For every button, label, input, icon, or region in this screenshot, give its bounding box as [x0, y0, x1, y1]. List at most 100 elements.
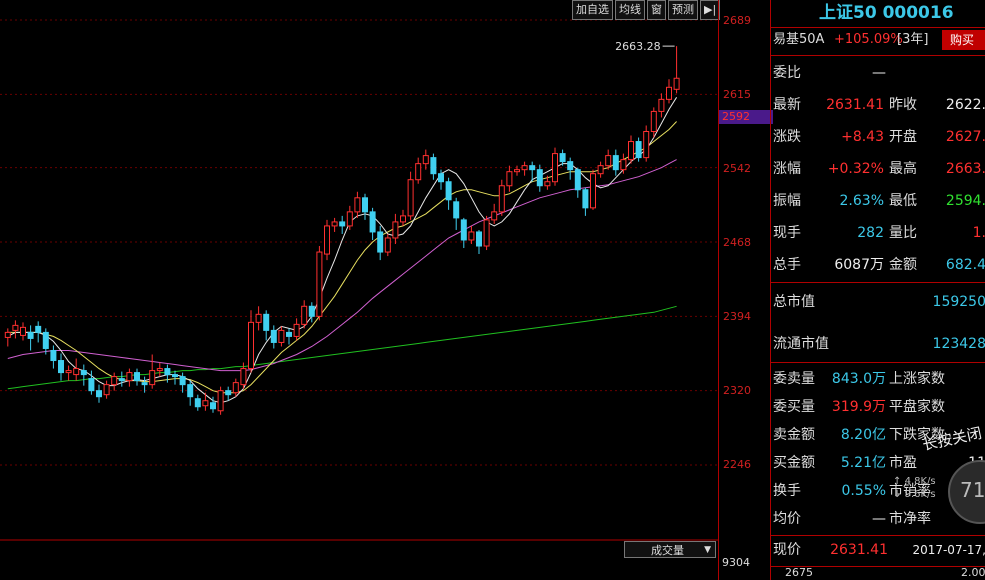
candle — [574, 167, 581, 198]
add-favorite-button[interactable]: 加自选 — [572, 0, 613, 20]
quote-row: 最新 2631.41 昨收 2622. — [771, 90, 985, 120]
now-date: 2017-07-17, — [912, 543, 985, 557]
candle — [286, 328, 292, 345]
order-value: 843.0万 — [831, 371, 886, 387]
candle — [506, 165, 513, 192]
current-price-marker: 2592 — [719, 110, 773, 124]
now-price-value: 2631.41 — [830, 542, 888, 558]
candle — [134, 368, 140, 386]
order-value: 8.20亿 — [840, 427, 886, 443]
volume-selector-label: 成交量 — [651, 544, 684, 557]
ma-line-button[interactable]: 均线 — [615, 0, 645, 20]
candle — [453, 197, 460, 230]
speed-ball-value: 71 — [960, 478, 985, 502]
arrow-down-icon: ↓ — [893, 489, 902, 500]
fund-change: +105.09% — [834, 32, 903, 47]
candle — [392, 213, 399, 245]
candle — [35, 321, 42, 343]
candle — [673, 46, 680, 94]
quote-label: 最低 — [889, 193, 917, 209]
market-value: 123428 — [932, 336, 985, 352]
axis-label: 2394 — [723, 310, 751, 323]
quote-value: — — [872, 65, 886, 81]
quote-row: 总手 6087万 金额 682.4 — [771, 250, 985, 280]
quote-value: +0.32% — [827, 161, 884, 177]
axis-label: 2320 — [723, 384, 751, 397]
order-value: 319.9万 — [831, 399, 886, 415]
quote-row: 涨跌 +8.43 开盘 2627. — [771, 122, 985, 152]
axis-label: 2246 — [723, 458, 751, 471]
axis-label: 2542 — [723, 162, 751, 175]
order-row: 委卖量 843.0万 上涨家数 — [771, 364, 985, 394]
candle — [20, 322, 26, 341]
candles — [4, 46, 680, 415]
window-button[interactable]: 窗 — [647, 0, 666, 20]
candle — [187, 380, 194, 406]
volume-selector[interactable]: 成交量 ▼ — [624, 541, 716, 558]
quote-label: 量比 — [889, 225, 917, 241]
candle — [263, 310, 270, 341]
candle — [73, 358, 80, 381]
candle — [369, 207, 376, 240]
order-value: 5.21亿 — [840, 455, 886, 471]
order-label: 市净率 — [889, 511, 931, 527]
quote-row: 现手 282 量比 1. — [771, 218, 985, 248]
upload-speed: ↑ 4.8K/s — [893, 476, 936, 487]
candle — [339, 215, 346, 234]
candle — [156, 362, 163, 377]
candle — [65, 365, 72, 381]
candle — [103, 380, 110, 399]
chart-toolbar: 加自选 均线 窗 预测 ▶| — [572, 0, 722, 20]
peak-label: 2663.28 — [615, 40, 661, 53]
candle — [50, 345, 57, 369]
market-label: 总市值 — [773, 294, 815, 310]
candle — [476, 229, 482, 255]
candle — [643, 125, 650, 162]
candle — [118, 371, 125, 387]
now-price-row: 现价 2631.41 2017-07-17, — [771, 535, 985, 565]
quote-value: 2627. — [945, 129, 985, 145]
order-label: 卖金额 — [773, 427, 815, 443]
candle — [248, 310, 254, 373]
candle — [58, 353, 64, 381]
candle — [255, 306, 262, 331]
order-label: 换手 — [773, 483, 801, 499]
index-title: 上证50 000016 — [819, 3, 954, 23]
candle — [149, 354, 156, 389]
order-label: 委卖量 — [773, 371, 815, 387]
candle — [384, 233, 391, 257]
quote-row: 涨幅 +0.32% 最高 2663. — [771, 154, 985, 184]
quote-label: 振幅 — [773, 193, 801, 209]
candle — [12, 320, 19, 339]
axis-label: 2615 — [723, 88, 751, 101]
buy-button[interactable]: 购买 — [942, 30, 985, 50]
candle — [27, 325, 34, 351]
peak-annotation: 2663.28 — [615, 40, 675, 53]
quote-label: 开盘 — [889, 129, 917, 145]
candle — [80, 364, 87, 386]
candle — [293, 318, 300, 341]
candle — [4, 328, 11, 347]
candle — [666, 79, 672, 104]
download-speed: ↓ 9.6K/s — [893, 489, 936, 500]
forecast-button[interactable]: 预测 — [668, 0, 698, 20]
fund-name: 易基50A — [773, 32, 825, 47]
quote-label: 昨收 — [889, 97, 917, 113]
candle — [301, 300, 308, 329]
order-value: — — [872, 511, 886, 527]
market-label: 流通市值 — [773, 336, 829, 352]
kline-chart[interactable]: 2663.28 — [0, 0, 718, 580]
candle — [202, 392, 209, 411]
candle — [179, 372, 186, 393]
ma60-path — [7, 305, 677, 390]
ma10-path — [7, 121, 677, 394]
candle — [346, 205, 353, 230]
axis-label: 2468 — [723, 236, 751, 249]
candle — [514, 165, 520, 176]
ma20-line — [7, 159, 677, 372]
candle — [172, 370, 178, 385]
candle — [278, 326, 285, 347]
order-label: 平盘家数 — [889, 399, 945, 415]
candle — [491, 203, 498, 224]
gridlines — [0, 19, 718, 541]
